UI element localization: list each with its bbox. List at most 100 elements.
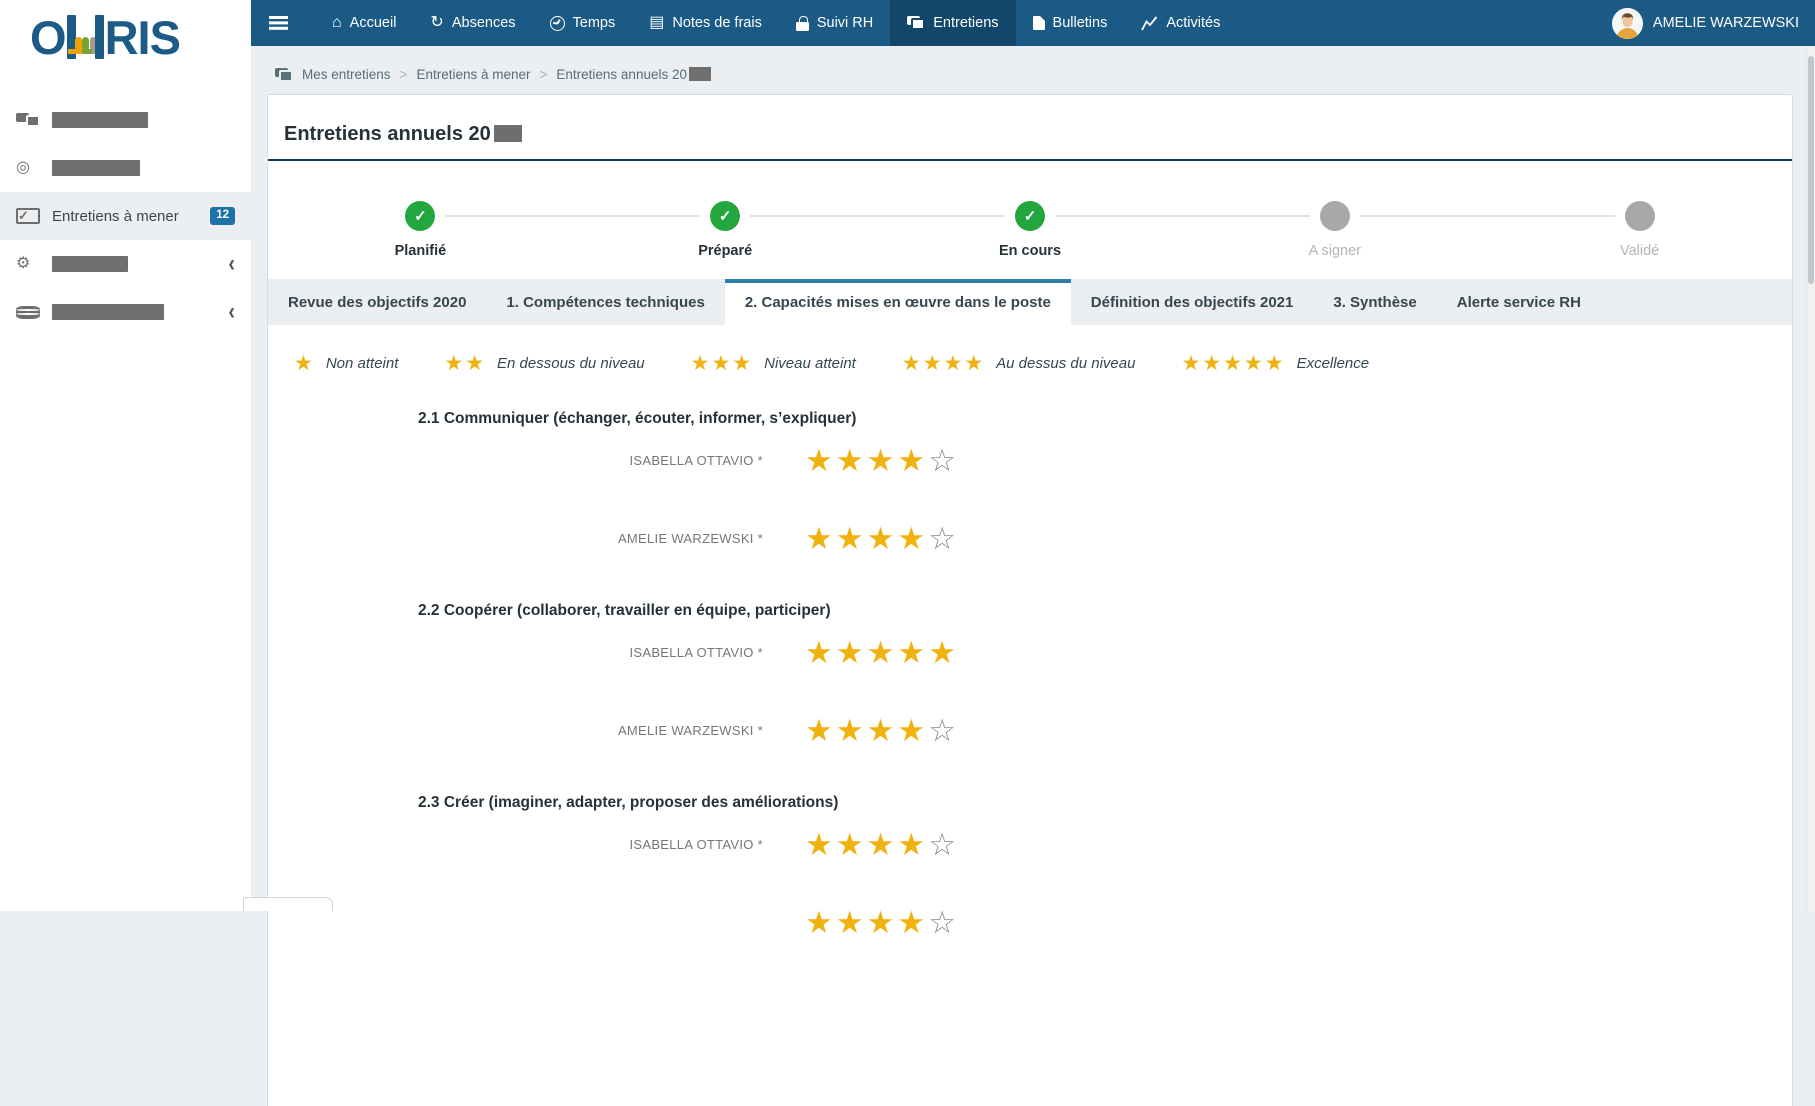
lock-icon [795, 15, 809, 31]
user-menu[interactable]: AMELIE WARZEWSKI [1596, 0, 1815, 46]
star-empty-icon[interactable]: ☆ [928, 713, 959, 748]
nav-item-label: Entretiens [933, 15, 999, 31]
star-filled-icon[interactable]: ★ [805, 905, 836, 940]
redacted-text [493, 125, 522, 143]
logo-figure-gray [89, 37, 97, 49]
sidebar-item-redacted[interactable]: ⚙ ‹ [0, 240, 251, 288]
tab-definition-des-objectifs-2021[interactable]: Définition des objectifs 2021 [1071, 279, 1314, 325]
star-filled-icon[interactable]: ★ [805, 713, 836, 748]
star-filled-icon[interactable]: ★ [897, 443, 928, 478]
star-rating-input[interactable]: ★★★★☆ [805, 713, 959, 748]
star-empty-icon[interactable]: ☆ [928, 443, 959, 478]
evaluator-name: ISABELLA OTTAVIO * [629, 453, 763, 469]
tab-revue-des-objectifs-2020[interactable]: Revue des objectifs 2020 [268, 279, 486, 325]
star-filled-icon[interactable]: ★ [836, 443, 867, 478]
star-filled-icon: ★ [1202, 351, 1224, 375]
competency-section: 2.2 Coopérer (collaborer, travailler en … [418, 602, 1792, 746]
star-rating-input[interactable]: ★★★★☆ [805, 905, 959, 940]
sidebar-item-entretiens-a-mener[interactable]: ✓ Entretiens à mener 12 [0, 192, 251, 240]
chevron-left-icon[interactable]: ‹ [228, 300, 235, 324]
rating-row: ISABELLA OTTAVIO * ★★★★☆ [418, 443, 1792, 478]
home-icon: ⌂ [332, 14, 342, 31]
tab-2-capacites-mises-en-uvre-dans-le-poste[interactable]: 2. Capacités mises en œuvre dans le post… [724, 278, 1071, 325]
star-empty-icon[interactable]: ☆ [928, 905, 959, 940]
menu-toggle-button[interactable] [255, 0, 301, 46]
check-icon: ✓ [718, 207, 732, 225]
step-label: A signer [1308, 242, 1361, 259]
evaluator-name: ISABELLA OTTAVIO * [629, 645, 763, 661]
scrollbar-thumb[interactable] [1808, 56, 1814, 284]
star-filled-icon[interactable]: ★ [836, 827, 867, 862]
logo-figure-yellow [74, 37, 82, 49]
competency-section: 2.3 Créer (imaginer, adapter, proposer d… [418, 794, 1792, 938]
nav-item-activites[interactable]: Activités [1124, 0, 1237, 46]
app-root: { "nav": { "menu_icon": "hamburger-icon"… [0, 0, 1815, 1106]
breadcrumb-item-entretiens-annuels-20[interactable]: Entretiens annuels 20 [556, 67, 711, 82]
nav-item-accueil[interactable]: ⌂ Accueil [315, 0, 413, 46]
competency-heading: 2.2 Coopérer (collaborer, travailler en … [418, 601, 831, 619]
star-rating-input[interactable]: ★★★★☆ [805, 521, 959, 556]
star-filled-icon[interactable]: ★ [867, 443, 898, 478]
nav-item-suivi-rh[interactable]: Suivi RH [779, 0, 890, 46]
legend-label: Au dessus du niveau [996, 354, 1136, 372]
star-filled-icon[interactable]: ★ [928, 635, 959, 670]
scrollbar-track[interactable] [1806, 46, 1815, 911]
star-filled-icon[interactable]: ★ [805, 521, 836, 556]
rating-row: AMELIE WARZEWSKI * ★★★★☆ [418, 713, 1792, 748]
star-filled-icon[interactable]: ★ [805, 635, 836, 670]
star-empty-icon[interactable]: ☆ [928, 521, 959, 556]
tab-alerte-service-rh[interactable]: Alerte service RH [1437, 279, 1601, 325]
gear-icon: ⚙ [16, 255, 31, 272]
step-label: Planifié [394, 242, 447, 259]
tab-3-synthese[interactable]: 3. Synthèse [1313, 279, 1436, 325]
star-rating-input[interactable]: ★★★★★ [805, 635, 959, 670]
star-filled-icon[interactable]: ★ [867, 521, 898, 556]
star-filled-icon[interactable]: ★ [836, 521, 867, 556]
star-filled-icon[interactable]: ★ [836, 713, 867, 748]
star-filled-icon[interactable]: ★ [897, 635, 928, 670]
top-nav: ⌂ Accueil ↻ Absences Temps ▤ Notes de fr… [251, 0, 1815, 46]
star-rating-input[interactable]: ★★★★☆ [805, 827, 959, 862]
nav-item-bulletins[interactable]: Bulletins [1016, 0, 1125, 46]
nav-item-notes-de-frais[interactable]: ▤ Notes de frais [632, 0, 779, 46]
star-filled-icon[interactable]: ★ [836, 635, 867, 670]
nav-item-label: Suivi RH [816, 15, 874, 31]
nav-item-entretiens[interactable]: Entretiens [890, 0, 1016, 46]
competency-heading: 2.3 Créer (imaginer, adapter, proposer d… [418, 793, 839, 811]
sidebar-item-redacted[interactable] [0, 96, 251, 144]
sidebar-item-redacted[interactable]: ◎ [0, 144, 251, 192]
star-rating-input[interactable]: ★★★★☆ [805, 443, 959, 478]
count-badge: 12 [210, 207, 235, 225]
tab-bar: Revue des objectifs 2020 1. Compétences t… [268, 278, 1792, 325]
star-filled-icon[interactable]: ★ [867, 827, 898, 862]
star-filled-icon[interactable]: ★ [836, 905, 867, 940]
star-filled-icon[interactable]: ★ [867, 713, 898, 748]
star-filled-icon[interactable]: ★ [805, 443, 836, 478]
target-icon: ◎ [16, 159, 30, 176]
interview-card: Entretiens annuels 20 ✓ Planifié ✓ Prépa… [267, 94, 1793, 1106]
database-icon [16, 305, 40, 319]
sidebar-item-redacted[interactable]: ‹ [0, 288, 251, 336]
star-empty-icon[interactable]: ☆ [928, 827, 959, 862]
star-filled-icon[interactable]: ★ [897, 905, 928, 940]
tab-1-competences-techniques[interactable]: 1. Compétences techniques [486, 279, 724, 325]
redacted-text [688, 67, 711, 81]
step-label: En cours [998, 242, 1062, 259]
nav-item-label: Notes de frais [672, 15, 762, 31]
star-filled-icon[interactable]: ★ [897, 713, 928, 748]
star-filled-icon[interactable]: ★ [897, 521, 928, 556]
star-filled-icon[interactable]: ★ [897, 827, 928, 862]
chat-icon [275, 67, 293, 82]
nav-item-temps[interactable]: Temps [533, 0, 633, 46]
sidebar-menu: ◎ ✓ Entretiens à mener 12 ⚙ ‹ ‹ [0, 96, 251, 336]
evaluator-name: ISABELLA OTTAVIO * [629, 837, 763, 853]
chevron-left-icon[interactable]: ‹ [228, 252, 235, 276]
step-a-signer: ✓ A signer [1182, 200, 1487, 259]
star-filled-icon[interactable]: ★ [867, 635, 898, 670]
breadcrumb-item-mes-entretiens[interactable]: Mes entretiens [302, 67, 391, 82]
star-filled-icon[interactable]: ★ [805, 827, 836, 862]
star-filled-icon: ★ [922, 351, 944, 375]
star-filled-icon[interactable]: ★ [867, 905, 898, 940]
nav-item-absences[interactable]: ↻ Absences [413, 0, 532, 46]
breadcrumb-item-entretiens-a-mener[interactable]: Entretiens à mener [416, 67, 530, 82]
